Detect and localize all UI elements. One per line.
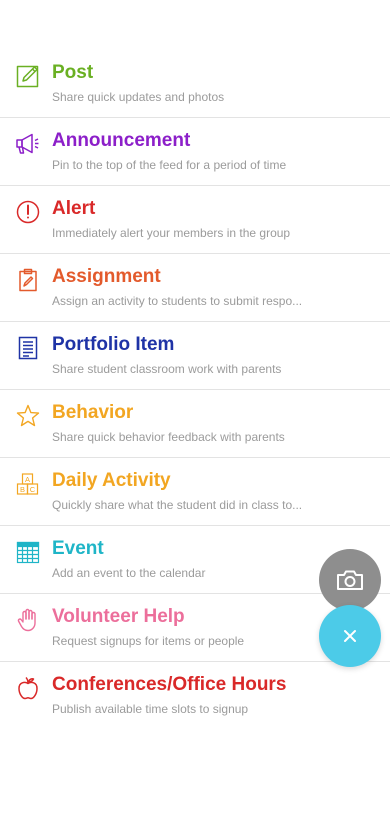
menu-item-title: Assignment [52, 266, 161, 287]
camera-button[interactable] [319, 549, 381, 611]
menu-item-subtitle: Assign an activity to students to submit… [52, 294, 303, 308]
menu-item-alert[interactable]: Alert Immediately alert your members in … [0, 186, 390, 254]
close-button[interactable] [319, 605, 381, 667]
svg-text:A: A [25, 475, 30, 484]
menu-item-daily-activity[interactable]: A B C Daily Activity Quickly share what … [0, 458, 390, 526]
menu-item-title: Portfolio Item [52, 334, 175, 355]
menu-item-post[interactable]: Post Share quick updates and photos [0, 50, 390, 118]
menu-item-portfolio-item[interactable]: Portfolio Item Share student classroom w… [0, 322, 390, 390]
menu-item-subtitle: Pin to the top of the feed for a period … [52, 158, 287, 172]
menu-item-title: Announcement [52, 130, 191, 151]
pencil-square-icon [16, 64, 40, 88]
close-icon [343, 629, 357, 643]
menu-item-title: Conferences/Office Hours [52, 674, 287, 695]
megaphone-icon [16, 132, 40, 156]
menu-item-conferences-office-hours[interactable]: Conferences/Office Hours Publish availab… [0, 662, 390, 729]
raised-hand-icon [16, 608, 40, 632]
menu-item-title: Daily Activity [52, 470, 171, 491]
svg-text:C: C [30, 485, 36, 494]
exclamation-circle-icon [16, 200, 40, 224]
menu-item-subtitle: Request signups for items or people [52, 634, 245, 648]
menu-item-subtitle: Immediately alert your members in the gr… [52, 226, 291, 240]
svg-text:B: B [20, 485, 25, 494]
star-icon [16, 404, 40, 428]
apple-icon [16, 676, 40, 700]
document-icon [16, 336, 40, 360]
menu-item-title: Alert [52, 198, 96, 219]
menu-item-behavior[interactable]: Behavior Share quick behavior feedback w… [0, 390, 390, 458]
calendar-icon [16, 540, 40, 564]
create-post-menu-screen: Post Share quick updates and photos Anno… [0, 0, 390, 834]
menu-item-subtitle: Publish available time slots to signup [52, 702, 249, 716]
abc-blocks-icon: A B C [16, 472, 40, 496]
camera-icon [336, 569, 364, 591]
menu-item-subtitle: Share student classroom work with parent… [52, 362, 282, 376]
menu-item-assignment[interactable]: Assignment Assign an activity to student… [0, 254, 390, 322]
menu-item-title: Post [52, 62, 94, 83]
menu-item-announcement[interactable]: Announcement Pin to the top of the feed … [0, 118, 390, 186]
menu-item-subtitle: Share quick behavior feedback with paren… [52, 430, 285, 444]
menu-item-title: Volunteer Help [52, 606, 185, 627]
menu-item-subtitle: Add an event to the calendar [52, 566, 206, 580]
menu-item-subtitle: Quickly share what the student did in cl… [52, 498, 303, 512]
menu-item-title: Behavior [52, 402, 134, 423]
menu-item-title: Event [52, 538, 104, 559]
clipboard-icon [16, 268, 40, 292]
menu-item-subtitle: Share quick updates and photos [52, 90, 225, 104]
